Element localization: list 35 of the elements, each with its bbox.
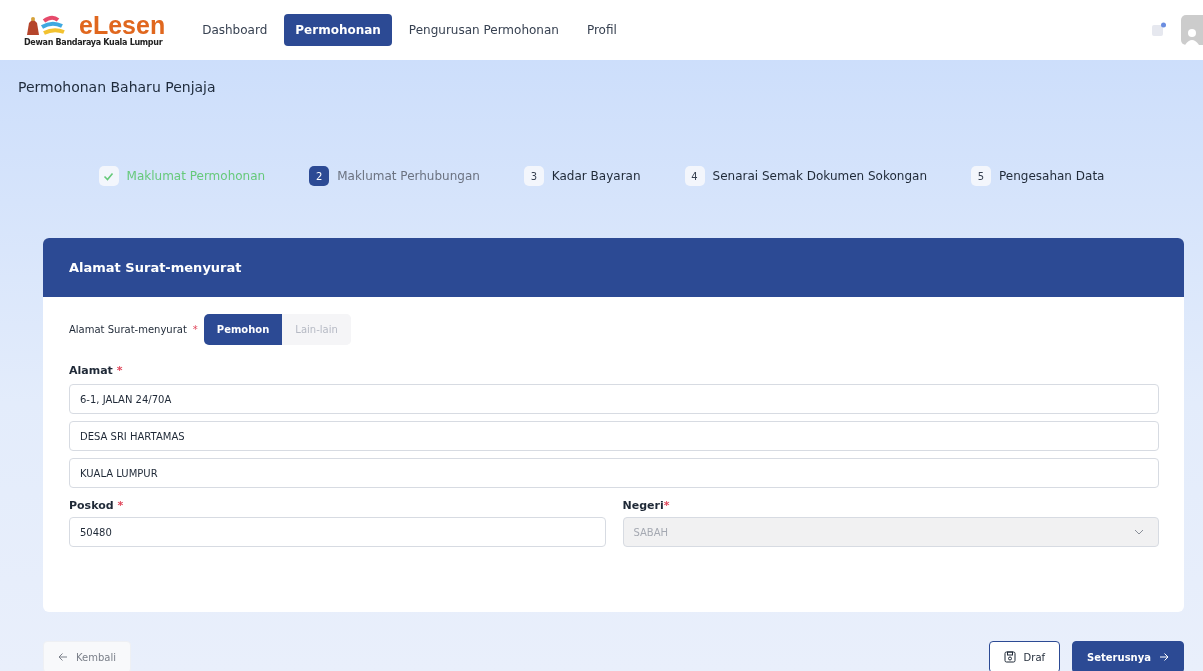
arrow-left-icon: [58, 652, 68, 662]
step-label[interactable]: Senarai Semak Dokumen Sokongan: [712, 169, 927, 183]
step-number: 4: [684, 166, 705, 186]
logo-wordmark: eLesen: [79, 13, 166, 38]
notification-icon[interactable]: [1151, 22, 1167, 38]
step-label[interactable]: Kadar Bayaran: [551, 169, 641, 183]
nav-tab[interactable]: Profil: [575, 14, 628, 46]
step-number: 5: [971, 166, 991, 186]
nav-tab[interactable]: Pengurusan Permohonan: [397, 14, 570, 46]
input-field[interactable]: KUALA LUMPUR: [69, 458, 1159, 488]
required-mark: *: [116, 364, 123, 377]
step-label[interactable]: Maklumat Perhubungan: [337, 169, 480, 183]
field-label: Poskod: [69, 499, 114, 512]
arrow-right-icon: [1159, 652, 1169, 662]
field-label: Negeri: [622, 499, 664, 512]
input-field[interactable]: DESA SRI HARTAMAS: [69, 421, 1159, 451]
required-mark: *: [663, 499, 670, 512]
field-label: Alamat Surat-menyurat: [69, 324, 187, 335]
nav-tab[interactable]: Permohonan: [284, 14, 392, 46]
draft-button[interactable]: Draf: [988, 641, 1061, 671]
input-field[interactable]: 6-1, JALAN 24/70A: [69, 384, 1159, 414]
segment-option[interactable]: Pemohon: [203, 314, 283, 345]
logo-subtitle: Dewan Bandaraya Kuala Lumpur: [24, 38, 164, 47]
step-number: 2: [309, 166, 330, 186]
step-label[interactable]: Pengesahan Data: [999, 169, 1105, 183]
next-button[interactable]: Seterusnya: [1072, 641, 1184, 671]
page-title: Permohonan Baharu Penjaja: [17, 78, 217, 97]
nav-tab[interactable]: Dashboard: [191, 14, 279, 46]
field-label: Alamat: [69, 364, 113, 377]
required-mark: *: [192, 324, 198, 335]
required-mark: *: [117, 499, 124, 512]
card-header: Alamat Surat-menyurat: [43, 238, 1184, 297]
input-field[interactable]: 50480: [69, 517, 606, 547]
chevron-down-icon: [1134, 529, 1144, 535]
step-number: 3: [523, 166, 544, 186]
